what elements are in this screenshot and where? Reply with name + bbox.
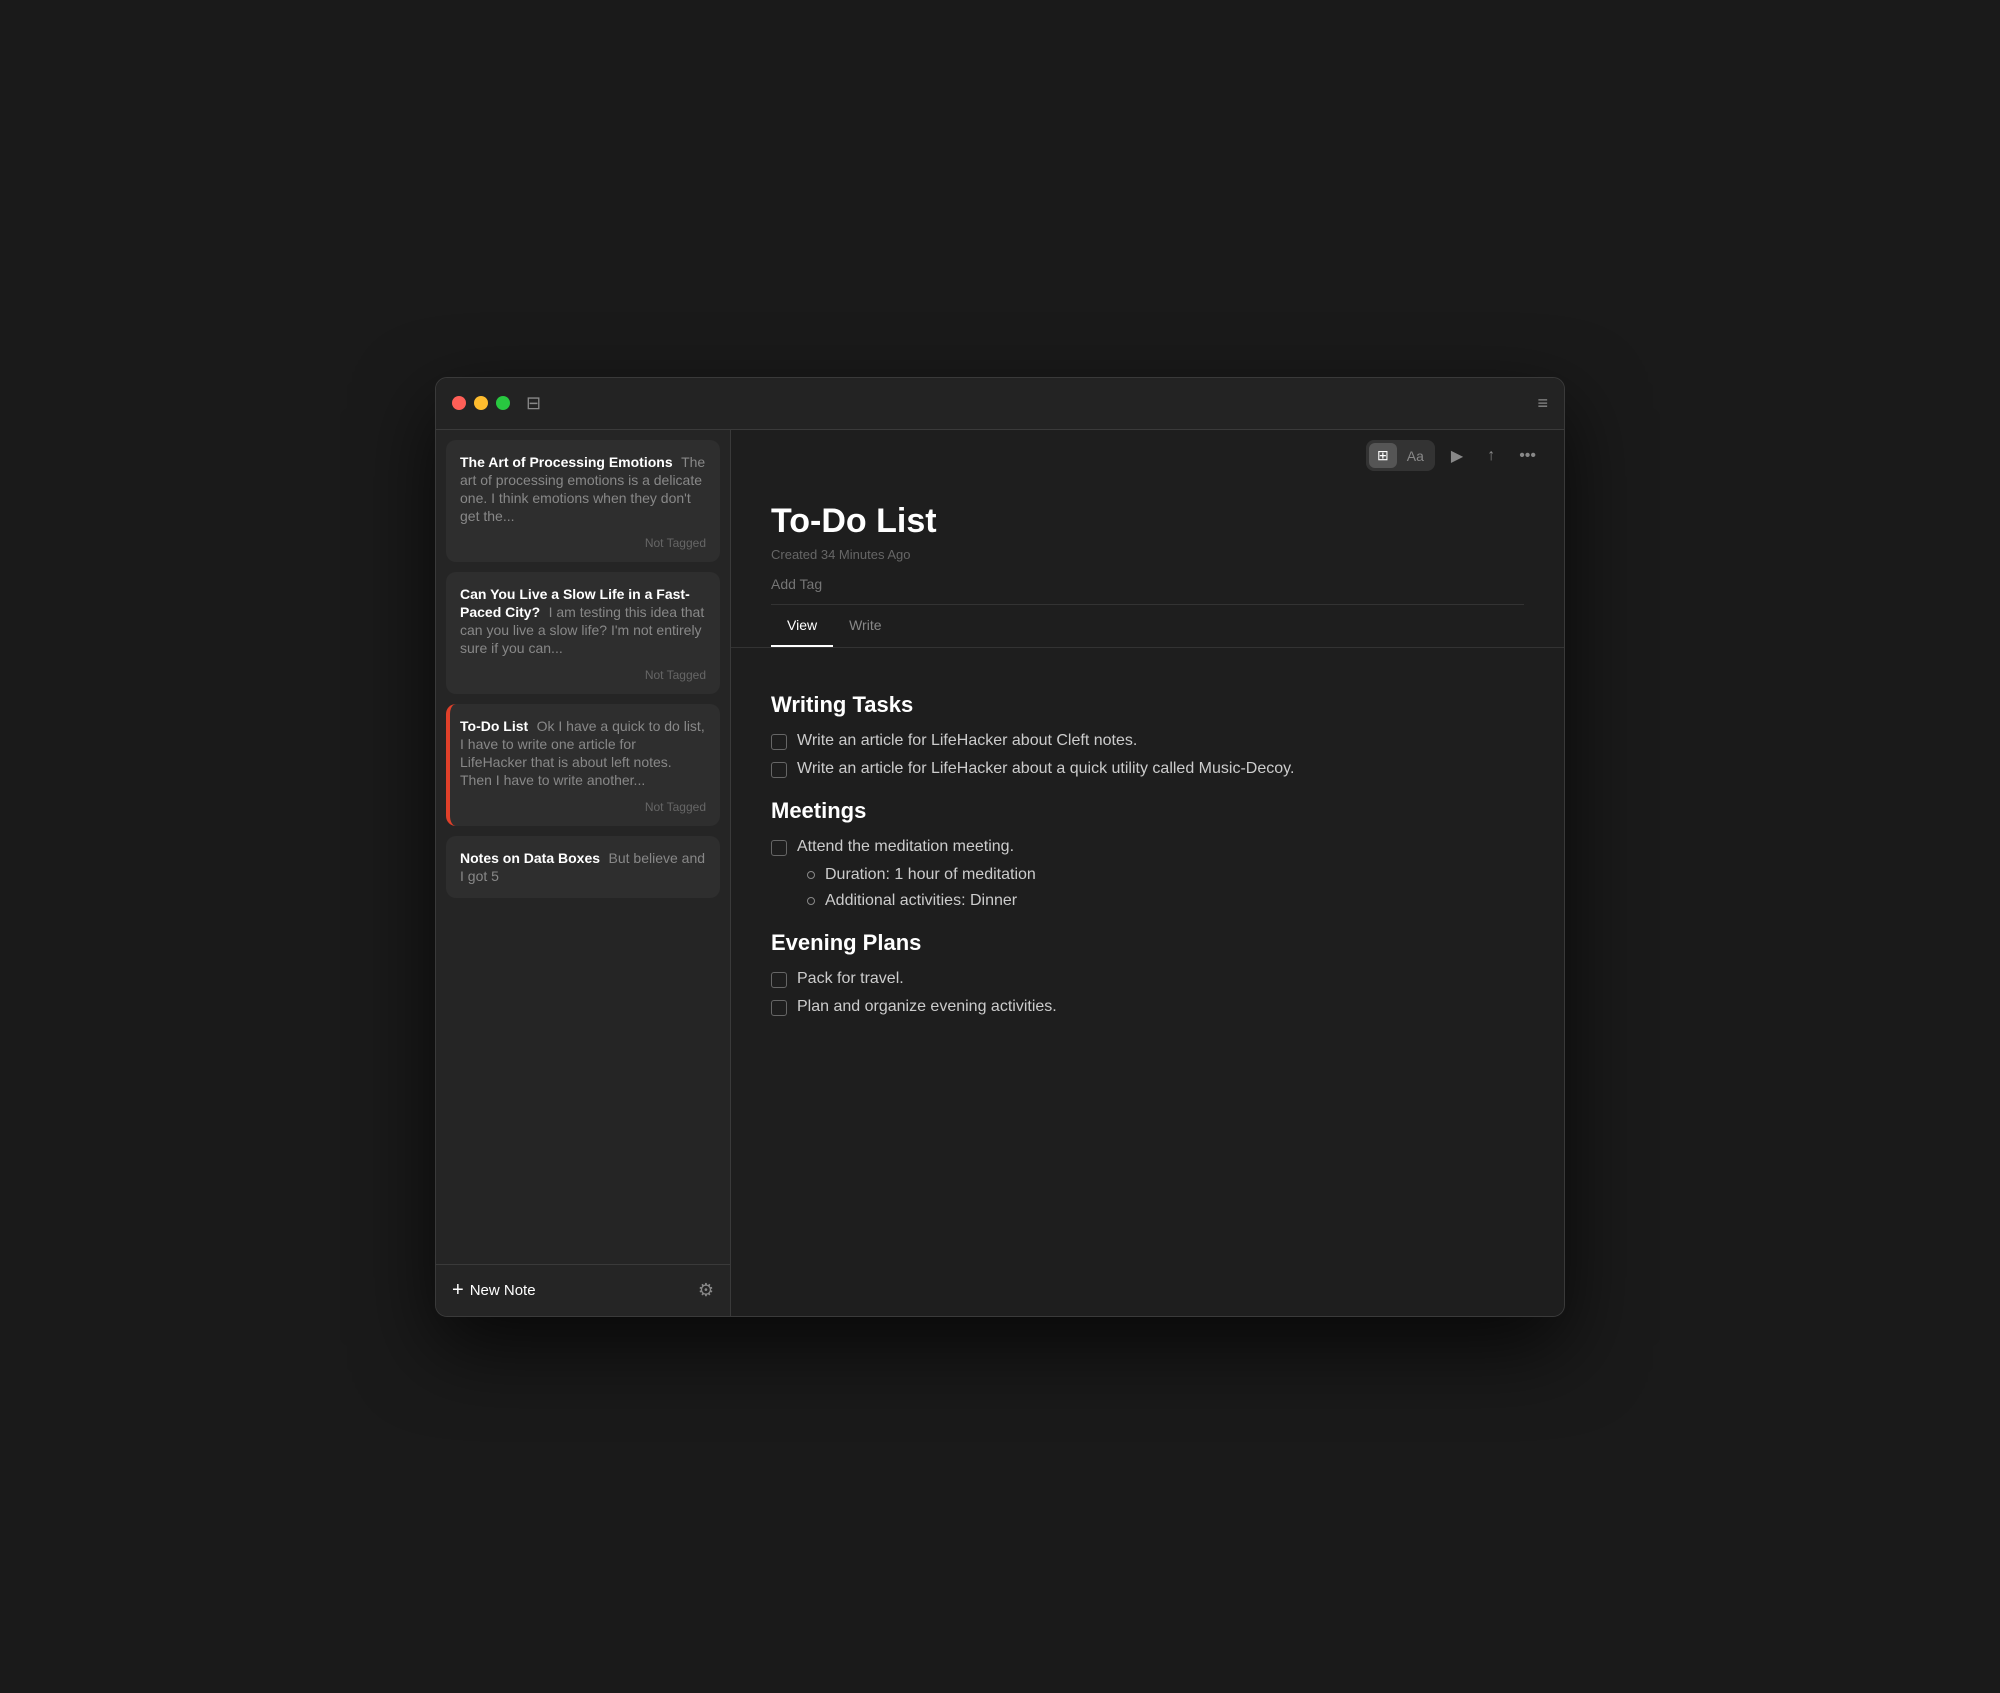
- list-icon[interactable]: ≡: [1537, 393, 1548, 414]
- evening-plans-heading: Evening Plans: [771, 930, 1524, 956]
- notes-list: The Art of Processing Emotions The art o…: [436, 430, 730, 1264]
- sidebar-footer: + New Note ⚙: [436, 1264, 730, 1316]
- task-checkbox-2[interactable]: [771, 762, 787, 778]
- traffic-lights: [452, 396, 510, 410]
- tab-write[interactable]: Write: [833, 605, 897, 647]
- note-card-tag-3: Not Tagged: [460, 800, 706, 814]
- main-content: ⊞ Aa ▶ ↑ ••• To-Do List Created 34 Minut…: [731, 430, 1564, 1316]
- minimize-button[interactable]: [474, 396, 488, 410]
- more-button[interactable]: •••: [1511, 441, 1544, 471]
- note-card-tag-2: Not Tagged: [460, 668, 706, 682]
- new-note-button[interactable]: + New Note: [452, 1280, 536, 1300]
- note-body: Writing Tasks Write an article for LifeH…: [731, 648, 1564, 1316]
- new-note-plus-icon: +: [452, 1280, 464, 1300]
- task-item-3: Attend the meditation meeting.: [771, 838, 1524, 856]
- app-window: ⊟ ≡ The Art of Processing Emotions The a…: [435, 377, 1565, 1317]
- main-toolbar: ⊞ Aa ▶ ↑ •••: [731, 430, 1564, 482]
- evening-plans-section: Evening Plans Pack for travel. Plan and …: [771, 930, 1524, 1016]
- note-meta: Created 34 Minutes Ago: [771, 547, 1524, 562]
- app-body: The Art of Processing Emotions The art o…: [436, 430, 1564, 1316]
- bullet-item-1: Duration: 1 hour of meditation: [807, 866, 1524, 884]
- note-card-2[interactable]: Can You Live a Slow Life in a Fast-Paced…: [446, 572, 720, 694]
- note-card-title-4: Notes on Data Boxes: [460, 850, 600, 866]
- layout-icon[interactable]: ⊟: [526, 393, 541, 414]
- note-title: To-Do List: [771, 502, 1524, 541]
- gallery-view-button[interactable]: ⊞: [1369, 443, 1397, 468]
- bullet-text-1: Duration: 1 hour of meditation: [825, 866, 1036, 884]
- share-button[interactable]: ↑: [1479, 441, 1503, 471]
- task-checkbox-4[interactable]: [771, 972, 787, 988]
- note-card-4[interactable]: Notes on Data Boxes But believe and I go…: [446, 836, 720, 898]
- writing-tasks-section: Writing Tasks Write an article for LifeH…: [771, 692, 1524, 778]
- note-tabs: View Write: [731, 605, 1564, 648]
- settings-button[interactable]: ⚙: [698, 1280, 714, 1301]
- tag-input[interactable]: [771, 576, 952, 592]
- maximize-button[interactable]: [496, 396, 510, 410]
- writing-tasks-heading: Writing Tasks: [771, 692, 1524, 718]
- note-card-tag-1: Not Tagged: [460, 536, 706, 550]
- note-card-3[interactable]: To-Do List Ok I have a quick to do list,…: [446, 704, 720, 826]
- task-text-5: Plan and organize evening activities.: [797, 998, 1057, 1016]
- task-checkbox-3[interactable]: [771, 840, 787, 856]
- play-button[interactable]: ▶: [1443, 440, 1471, 472]
- bullet-dot-2: [807, 897, 815, 905]
- bullet-dot-1: [807, 871, 815, 879]
- note-header: To-Do List Created 34 Minutes Ago: [731, 482, 1564, 604]
- task-checkbox-1[interactable]: [771, 734, 787, 750]
- title-bar: ⊟ ≡: [436, 378, 1564, 430]
- close-button[interactable]: [452, 396, 466, 410]
- task-text-2: Write an article for LifeHacker about a …: [797, 760, 1294, 778]
- task-checkbox-5[interactable]: [771, 1000, 787, 1016]
- tab-view[interactable]: View: [771, 605, 833, 647]
- new-note-label: New Note: [470, 1282, 536, 1299]
- note-card-title-1: The Art of Processing Emotions: [460, 454, 673, 470]
- task-text-1: Write an article for LifeHacker about Cl…: [797, 732, 1137, 750]
- task-text-4: Pack for travel.: [797, 970, 904, 988]
- note-card-title-3: To-Do List: [460, 718, 528, 734]
- task-item-1: Write an article for LifeHacker about Cl…: [771, 732, 1524, 750]
- task-item-2: Write an article for LifeHacker about a …: [771, 760, 1524, 778]
- task-item-5: Plan and organize evening activities.: [771, 998, 1524, 1016]
- task-text-3: Attend the meditation meeting.: [797, 838, 1014, 856]
- meetings-heading: Meetings: [771, 798, 1524, 824]
- bullet-item-2: Additional activities: Dinner: [807, 892, 1524, 910]
- view-mode-group: ⊞ Aa: [1366, 440, 1435, 471]
- bullet-text-2: Additional activities: Dinner: [825, 892, 1017, 910]
- meetings-section: Meetings Attend the meditation meeting. …: [771, 798, 1524, 910]
- font-button[interactable]: Aa: [1399, 443, 1432, 468]
- task-item-4: Pack for travel.: [771, 970, 1524, 988]
- sidebar: The Art of Processing Emotions The art o…: [436, 430, 731, 1316]
- note-card-1[interactable]: The Art of Processing Emotions The art o…: [446, 440, 720, 562]
